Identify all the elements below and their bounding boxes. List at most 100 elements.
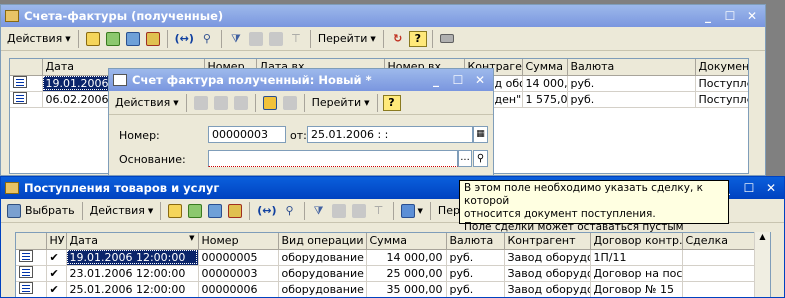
delete-button[interactable] (144, 29, 162, 49)
sum-cell[interactable]: 1 575,00 (522, 91, 568, 108)
goto-menu[interactable]: Перейти ▼ (310, 93, 372, 113)
date-cell[interactable]: 25.01.2006 12:00:00 (66, 281, 199, 297)
edit-button[interactable] (124, 29, 142, 49)
maximize-icon[interactable]: ☐ (740, 180, 758, 196)
table-row[interactable]: ✔ 23.01.2006 12:00:00 00000003 оборудова… (16, 265, 757, 282)
col-currency[interactable]: Валюта (567, 59, 696, 76)
prev-button[interactable] (192, 93, 210, 113)
search-button[interactable]: ⚲ (198, 29, 216, 49)
invoices-window-titlebar[interactable]: Счета-фактуры (полученные) _ ☐ ✕ (1, 5, 765, 27)
nu-cell[interactable]: ✔ (46, 265, 67, 282)
operation-cell[interactable]: оборудование (278, 281, 367, 297)
col-sum[interactable]: Сумма (366, 233, 447, 250)
scroll-up-icon[interactable]: ▲ (755, 232, 770, 241)
maximize-icon[interactable]: ☐ (449, 72, 467, 88)
actions-menu[interactable]: Действия ▼ (5, 29, 73, 49)
interval-button[interactable]: (↔) (173, 29, 196, 49)
calendar-button[interactable]: ▦ (473, 126, 488, 143)
add-button[interactable] (84, 29, 102, 49)
copy-button[interactable] (186, 201, 204, 221)
filter-list-button[interactable] (247, 29, 265, 49)
help-button[interactable]: ? (382, 94, 401, 111)
base-field[interactable] (208, 150, 458, 167)
vertical-scrollbar[interactable]: ▲ (754, 232, 770, 297)
table-row[interactable]: ✔ 19.01.2006 12:00:00 00000005 оборудова… (16, 249, 757, 266)
col-icon[interactable] (16, 233, 47, 250)
add-button[interactable] (166, 201, 184, 221)
filter-off-button[interactable]: ⊤ (287, 29, 305, 49)
col-nu[interactable]: НУ (46, 233, 67, 250)
number-field[interactable]: 00000003 (208, 126, 286, 143)
interval-button[interactable]: (↔) (255, 201, 278, 221)
close-icon[interactable]: ✕ (743, 8, 761, 24)
nu-cell[interactable]: ✔ (46, 281, 67, 297)
next-button[interactable] (232, 93, 250, 113)
create-based-button[interactable]: ▼ (399, 201, 425, 221)
deal-cell[interactable] (682, 281, 757, 297)
currency-cell[interactable]: руб. (567, 91, 696, 108)
date-field[interactable]: 25.01.2006 : : (307, 126, 473, 143)
col-contract[interactable]: Договор контр... (590, 233, 683, 250)
table-row[interactable]: ✔ 25.01.2006 12:00:00 00000006 оборудова… (16, 281, 757, 297)
operation-cell[interactable]: оборудование (278, 249, 367, 266)
sum-cell[interactable]: 14 000,00 (522, 75, 568, 92)
col-deal[interactable]: Сделка (682, 233, 757, 250)
actions-menu[interactable]: Действия ▼ (113, 93, 181, 113)
base-doc-cell[interactable]: Поступление т (695, 91, 748, 108)
post-button[interactable] (261, 93, 279, 113)
sum-cell[interactable]: 14 000,00 (366, 249, 447, 266)
counterparty-cell[interactable]: Завод оборудо... (504, 265, 591, 282)
number-cell[interactable]: 00000005 (198, 249, 279, 266)
contract-cell[interactable]: 1П/11 (590, 249, 683, 266)
search-button[interactable]: ⚲ (281, 201, 299, 221)
currency-cell[interactable]: руб. (446, 281, 505, 297)
sum-cell[interactable]: 25 000,00 (366, 265, 447, 282)
col-counterparty[interactable]: Контрагент (504, 233, 591, 250)
number-cell[interactable]: 00000006 (198, 281, 279, 297)
refresh-button[interactable]: ↻ (389, 29, 407, 49)
filter-button[interactable]: ⧩ (310, 201, 328, 221)
close-icon[interactable]: ✕ (762, 180, 780, 196)
col-currency[interactable]: Валюта (446, 233, 505, 250)
invoice-form-titlebar[interactable]: Счет фактура полученный: Новый * _ ☐ ✕ (109, 69, 493, 91)
col-date[interactable]: Дата ▼ (66, 233, 199, 250)
sum-cell[interactable]: 35 000,00 (366, 281, 447, 297)
operation-cell[interactable]: оборудование (278, 265, 367, 282)
col-number[interactable]: Номер (198, 233, 279, 250)
counterparty-cell[interactable]: Завод оборудо... (504, 281, 591, 297)
col-base-doc[interactable]: Документ - осн (695, 59, 748, 76)
col-icon[interactable] (10, 59, 43, 76)
filter-history-button[interactable] (267, 29, 285, 49)
close-icon[interactable]: ✕ (471, 72, 489, 88)
date-cell[interactable]: 23.01.2006 12:00:00 (66, 265, 199, 282)
filter-button[interactable]: ⧩ (227, 29, 245, 49)
contract-cell[interactable]: Договор на пос... (590, 265, 683, 282)
nu-cell[interactable]: ✔ (46, 249, 67, 266)
col-sum[interactable]: Сумма (522, 59, 568, 76)
col-operation[interactable]: Вид операции (278, 233, 367, 250)
base-doc-cell[interactable]: Поступление т (695, 75, 748, 92)
counterparty-cell[interactable]: Завод оборудо... (504, 249, 591, 266)
base-select-button[interactable]: ... (458, 150, 472, 167)
help-button[interactable]: ? (408, 30, 427, 47)
copy-button[interactable] (212, 93, 230, 113)
select-button[interactable]: Выбрать (5, 201, 77, 221)
deal-cell[interactable] (682, 265, 757, 282)
contract-cell[interactable]: Договор № 15 (590, 281, 683, 297)
delete-button[interactable] (226, 201, 244, 221)
currency-cell[interactable]: руб. (446, 249, 505, 266)
base-search-button[interactable]: ⚲ (473, 150, 488, 167)
edit-button[interactable] (206, 201, 224, 221)
currency-cell[interactable]: руб. (446, 265, 505, 282)
deal-cell[interactable] (682, 249, 757, 266)
unpost-button[interactable] (281, 93, 299, 113)
currency-cell[interactable]: руб. (567, 75, 696, 92)
number-cell[interactable]: 00000003 (198, 265, 279, 282)
filter-history-button[interactable] (350, 201, 368, 221)
goto-menu[interactable]: Перейти ▼ (316, 29, 378, 49)
minimize-icon[interactable]: _ (427, 72, 445, 88)
actions-menu[interactable]: Действия ▼ (88, 201, 156, 221)
minimize-icon[interactable]: _ (699, 8, 717, 24)
maximize-icon[interactable]: ☐ (721, 8, 739, 24)
print-button[interactable] (438, 29, 456, 49)
